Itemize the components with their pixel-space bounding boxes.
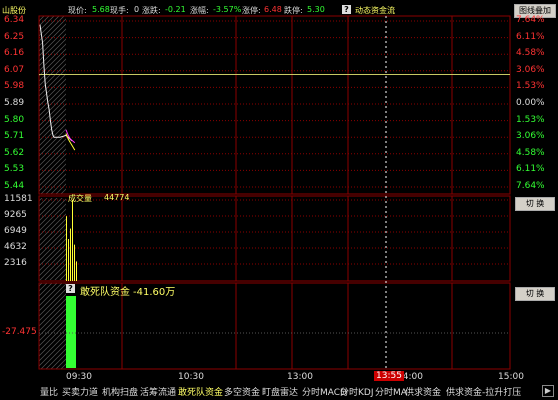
volume-value: 44774 <box>104 193 130 202</box>
volume-switch-button[interactable]: 切 换 <box>515 197 555 211</box>
pct-tick-label: 0.00% <box>516 98 545 108</box>
fund-bar <box>66 296 76 368</box>
price-tick-label: 6.16 <box>4 48 25 59</box>
price-panel-frame <box>38 15 511 195</box>
bottom-tab[interactable]: 多空资金 <box>224 385 260 398</box>
bottom-tab[interactable]: 活筹流通 <box>140 385 176 398</box>
pct-tick-label: 3.06% <box>516 64 545 75</box>
bottom-tab[interactable]: 供求资金 <box>405 385 441 398</box>
fund-value: -41.60万 <box>133 287 176 298</box>
volume-tick-label: 4632 <box>4 242 27 252</box>
time-label-1300: 13:00 <box>287 372 313 382</box>
bottom-tab[interactable]: 供求资金-拉升打压 <box>446 385 521 398</box>
time-label-1500: 15:00 <box>498 372 524 382</box>
price-tick-label: 6.34 <box>4 15 25 25</box>
price-tick-label: 5.80 <box>4 114 25 125</box>
bottom-tab[interactable]: 买卖力道 <box>62 385 98 398</box>
pct-tick-label: 1.53% <box>516 114 545 125</box>
price-tick-label: 6.25 <box>4 31 25 42</box>
volume-tick-label: 11581 <box>4 194 33 204</box>
volume-bar <box>74 244 75 281</box>
volume-tick-label: 2316 <box>4 258 27 268</box>
volume-tick-label: 9265 <box>4 210 27 220</box>
price-tick-label: 5.44 <box>4 181 25 191</box>
price-tick-label: 5.62 <box>4 147 25 158</box>
time-label-0930: 09:30 <box>66 372 92 382</box>
pct-tick-label: 4.58% <box>516 147 545 158</box>
premarket-hatch-volume <box>39 198 66 280</box>
fund-help-icon[interactable]: ? <box>66 284 75 293</box>
bottom-tab[interactable]: 分时MA <box>375 385 407 398</box>
volume-bar <box>72 200 73 281</box>
pct-tick-label: 7.64% <box>516 15 545 25</box>
fund-switch-button[interactable]: 切 换 <box>515 287 555 301</box>
pct-tick-label: 6.11% <box>516 164 545 175</box>
bottom-tab[interactable]: 分时KDJ <box>340 385 374 398</box>
bottom-tab[interactable]: 机构扫盘 <box>102 385 138 398</box>
pct-tick-label: 7.64% <box>516 181 545 191</box>
price-tick-label: 6.07 <box>4 64 25 75</box>
volume-title: 成交量 <box>68 194 92 203</box>
price-tick-label: 5.98 <box>4 81 25 92</box>
bottom-tab[interactable]: 敢死队资金 <box>178 385 223 398</box>
bottom-tab[interactable]: 量比 <box>40 385 58 398</box>
volume-panel-frame <box>38 195 511 282</box>
volume-bar <box>76 261 77 281</box>
cursor-time-badge: 13:55 <box>374 371 404 381</box>
bottom-tab[interactable]: 盯盘雷达 <box>262 385 298 398</box>
pct-tick-label: 4.58% <box>516 48 545 59</box>
fund-axis-value: -27.475 <box>2 327 37 337</box>
volume-bars <box>66 200 77 281</box>
volume-tick-label: 6949 <box>4 226 27 236</box>
pct-tick-label: 3.06% <box>516 131 545 142</box>
time-label-1030: 10:30 <box>178 372 204 382</box>
price-tick-label: 5.89 <box>4 98 25 108</box>
volume-bar <box>66 216 67 281</box>
price-tick-label: 5.53 <box>4 164 25 175</box>
pct-tick-label: 6.11% <box>516 31 545 42</box>
volume-bar <box>70 228 71 281</box>
volume-bar <box>68 239 69 281</box>
premarket-hatch-price <box>39 16 66 194</box>
pct-tick-label: 1.53% <box>516 81 545 92</box>
fund-title: 敢死队资金 <box>80 287 130 298</box>
tab-scroll-right-icon[interactable]: ▶ <box>542 385 554 397</box>
premarket-hatch-fund <box>39 283 66 369</box>
price-tick-label: 5.71 <box>4 131 25 142</box>
